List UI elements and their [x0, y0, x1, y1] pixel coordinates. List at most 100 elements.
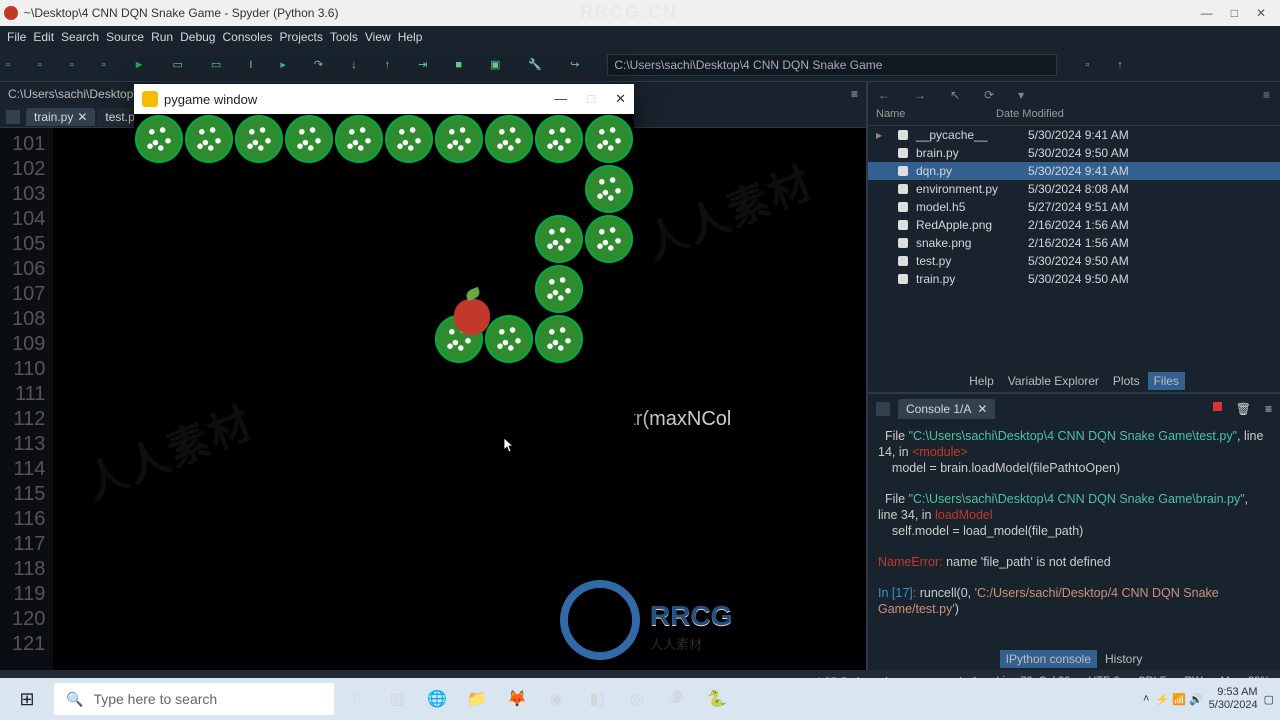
fx-filter-icon[interactable]: ▾	[1018, 88, 1024, 102]
task-spyder-icon[interactable]: 🕷	[660, 682, 694, 716]
taskbar-search[interactable]: 🔍 Type here to search	[54, 683, 334, 715]
file-icon	[898, 238, 908, 248]
menu-edit[interactable]: Edit	[30, 30, 57, 44]
console-bottom-tab-ipython-console[interactable]: IPython console	[1000, 650, 1097, 668]
task-vscode-icon[interactable]: ◧	[580, 682, 614, 716]
fx-options-icon[interactable]: ≡	[1263, 88, 1270, 102]
pane-tab-help[interactable]: Help	[963, 372, 1000, 390]
line-number: 106	[12, 257, 45, 282]
file-icon	[898, 220, 908, 230]
fx-fwd-icon[interactable]: →	[914, 88, 926, 102]
menu-debug[interactable]: Debug	[177, 30, 218, 44]
start-button[interactable]: ⊞	[6, 681, 48, 717]
line-number: 110	[12, 357, 45, 382]
pygame-close[interactable]: ✕	[615, 91, 626, 107]
toolbar-runcelladv-icon[interactable]: ▭	[211, 58, 221, 71]
task-firefox-icon[interactable]: 🦊	[500, 682, 534, 716]
file-icon	[898, 256, 908, 266]
toolbar-run-icon[interactable]: ►	[134, 59, 145, 71]
line-number: 109	[12, 332, 45, 357]
notifications-icon[interactable]: ▢	[1264, 693, 1274, 706]
menu-run[interactable]: Run	[148, 30, 176, 44]
line-number: 104	[12, 207, 45, 232]
fx-col-date[interactable]: Date Modified	[996, 108, 1064, 125]
spyder-logo-icon	[4, 6, 18, 20]
snake-segment	[335, 115, 383, 163]
task-taskview-icon[interactable]: ▥	[380, 682, 414, 716]
toolbar-open-icon[interactable]: ▫	[38, 59, 42, 71]
menu-help[interactable]: Help	[395, 30, 426, 44]
tab-train-py[interactable]: train.py✕	[26, 108, 95, 126]
toolbar-path-icon[interactable]: ↪	[570, 58, 579, 71]
toolbar-saveall-icon[interactable]: ▫	[102, 59, 106, 71]
menu-view[interactable]: View	[362, 30, 394, 44]
pygame-max[interactable]: □	[587, 91, 595, 107]
tab-close-icon[interactable]: ✕	[77, 110, 87, 124]
file-row[interactable]: environment.py5/30/2024 8:08 AM	[868, 180, 1280, 198]
toolbar-stepover-icon[interactable]: ↷	[314, 58, 323, 71]
toolbar-wrench-icon[interactable]: 🔧	[528, 58, 542, 71]
menu-projects[interactable]: Projects	[277, 30, 326, 44]
toolbar-save-icon[interactable]: ▫	[70, 59, 74, 71]
editor-options-icon[interactable]: ≡	[851, 87, 858, 101]
working-dir-input[interactable]	[607, 54, 1057, 76]
file-icon	[898, 166, 908, 176]
pane-tab-variable-explorer[interactable]: Variable Explorer	[1002, 372, 1105, 390]
console-tab-close[interactable]: ✕	[977, 402, 987, 416]
task-edge-icon[interactable]: 🌐	[420, 682, 454, 716]
toolbar-runcell-icon[interactable]: ▭	[173, 58, 183, 71]
file-row[interactable]: model.h55/27/2024 9:51 AM	[868, 198, 1280, 216]
toolbar-stepout-icon[interactable]: ↑	[385, 59, 391, 71]
window-close[interactable]: ✕	[1256, 6, 1266, 20]
taskbar-clock[interactable]: 9:53 AM 5/30/2024	[1209, 686, 1258, 712]
pane-tab-plots[interactable]: Plots	[1107, 372, 1146, 390]
window-minimize[interactable]: —	[1201, 6, 1213, 20]
file-row[interactable]: train.py5/30/2024 9:50 AM	[868, 270, 1280, 288]
console-stop-icon[interactable]	[1213, 402, 1222, 411]
pygame-min[interactable]: —	[554, 91, 567, 107]
file-row[interactable]: dqn.py5/30/2024 9:41 AM	[868, 162, 1280, 180]
task-pygame-icon[interactable]: 🐍	[700, 682, 734, 716]
toolbar-runline-icon[interactable]: I	[249, 59, 252, 71]
line-number: 118	[12, 557, 45, 582]
toolbar-continue-icon[interactable]: ⇥	[418, 58, 427, 71]
snake-segment	[585, 215, 633, 263]
toolbar-stepin-icon[interactable]: ↓	[351, 59, 357, 71]
task-anaconda-icon[interactable]: ◎	[620, 682, 654, 716]
fx-col-name[interactable]: Name	[876, 108, 996, 125]
toolbar-maximize-icon[interactable]: ▣	[490, 58, 500, 71]
console-clear-icon[interactable]: 🗑	[1236, 402, 1251, 416]
task-cortana-icon[interactable]: ○	[340, 682, 374, 716]
console-options-icon[interactable]: ≡	[1265, 402, 1272, 416]
fx-up-icon[interactable]: ↖	[950, 88, 960, 102]
console-bottom-tab-history[interactable]: History	[1099, 650, 1148, 668]
toolbar-new-icon[interactable]: ▫	[6, 59, 10, 71]
window-maximize[interactable]: □	[1231, 6, 1238, 20]
menu-consoles[interactable]: Consoles	[219, 30, 275, 44]
toolbar-debug-icon[interactable]: ▸	[280, 58, 286, 71]
menu-source[interactable]: Source	[103, 30, 147, 44]
toolbar-browse-icon[interactable]: ▫	[1085, 59, 1089, 71]
tab-console-1a[interactable]: Console 1/A ✕	[898, 399, 995, 419]
task-chrome-icon[interactable]: ◉	[540, 682, 574, 716]
line-number: 111	[12, 382, 45, 407]
task-explorer-icon[interactable]: 📁	[460, 682, 494, 716]
tray-chevron-up-icon[interactable]: ˄	[1143, 693, 1149, 705]
line-number: 103	[12, 182, 45, 207]
file-row[interactable]: RedApple.png2/16/2024 1:56 AM	[868, 216, 1280, 234]
fx-refresh-icon[interactable]: ⟳	[984, 88, 994, 102]
menu-file[interactable]: File	[4, 30, 29, 44]
file-row[interactable]: test.py5/30/2024 9:50 AM	[868, 252, 1280, 270]
toolbar-stop-icon[interactable]: ■	[455, 59, 462, 71]
line-number: 107	[12, 282, 45, 307]
file-row[interactable]: ▸ __pycache__5/30/2024 9:41 AM	[868, 126, 1280, 144]
pane-tab-files[interactable]: Files	[1148, 372, 1185, 390]
file-row[interactable]: snake.png2/16/2024 1:56 AM	[868, 234, 1280, 252]
pygame-window[interactable]: pygame window — □ ✕	[134, 84, 634, 614]
console-output[interactable]: File "C:\Users\sachi\Desktop\4 CNN DQN S…	[868, 424, 1280, 648]
menu-search[interactable]: Search	[58, 30, 102, 44]
file-row[interactable]: brain.py5/30/2024 9:50 AM	[868, 144, 1280, 162]
toolbar-up-icon[interactable]: ↑	[1117, 59, 1123, 71]
menu-tools[interactable]: Tools	[327, 30, 361, 44]
fx-back-icon[interactable]: ←	[878, 88, 890, 102]
